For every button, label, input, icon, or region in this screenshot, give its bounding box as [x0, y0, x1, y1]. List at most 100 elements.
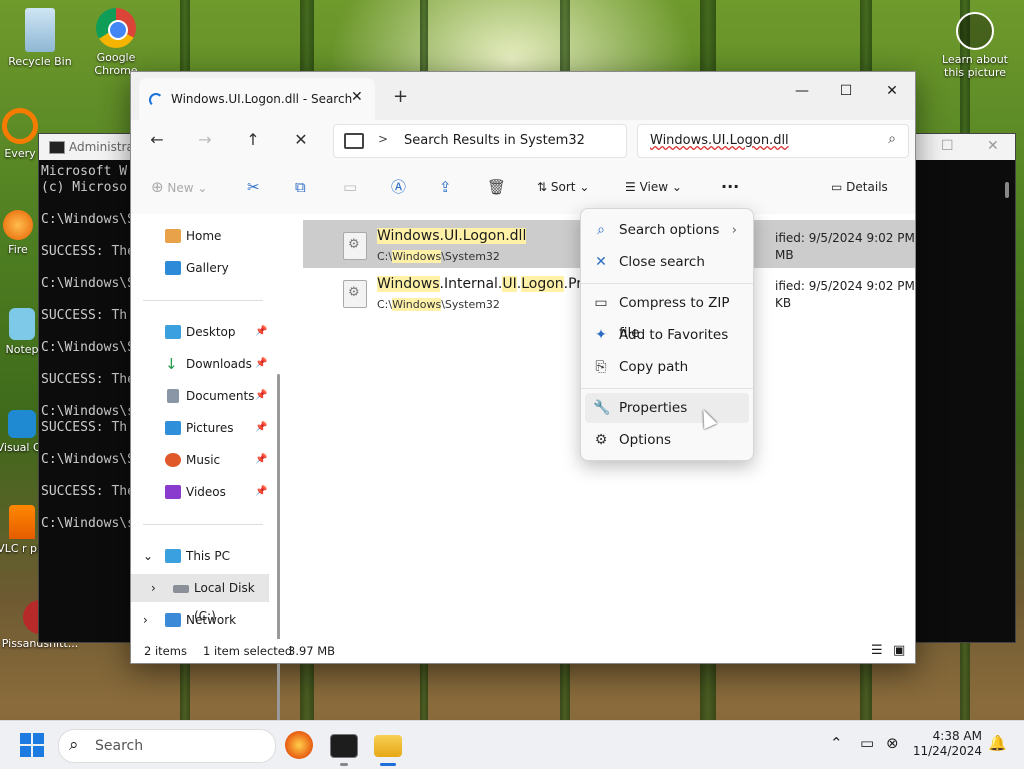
details-label: Details — [846, 180, 888, 194]
notepad-icon — [9, 308, 35, 340]
delete-button[interactable]: 🗑 — [487, 176, 506, 198]
chevron-right-icon[interactable]: › — [151, 574, 156, 602]
pin-icon[interactable]: 📌 — [255, 382, 267, 410]
zip-icon: ▭ — [594, 295, 608, 311]
menu-item-properties[interactable]: 🔧 Properties — [585, 393, 749, 423]
taskbar-search-placeholder: Search — [95, 738, 144, 754]
paste-button[interactable]: ▭ — [343, 176, 357, 198]
close-tab-icon[interactable]: ✕ — [351, 89, 363, 105]
volume-muted-icon[interactable]: ⊗ — [886, 734, 899, 752]
recycle-bin-icon — [25, 8, 55, 52]
chevron-down-icon[interactable]: ⌄ — [143, 542, 153, 570]
menu-item-compress-zip[interactable]: ▭ Compress to ZIP file — [585, 288, 749, 341]
taskbar-search[interactable]: ⌕ Search — [58, 729, 276, 763]
menu-item-search-options[interactable]: ⌕ Search options › — [585, 215, 749, 245]
title-bar[interactable]: Windows.UI.Logon.dll - Search ✕ + — ☐ ✕ — [131, 72, 915, 120]
selection-count: 1 item selected — [203, 644, 293, 658]
desktop-icon-recycle-bin[interactable]: Recycle Bin — [0, 8, 80, 68]
taskbar-file-explorer-icon[interactable] — [374, 735, 402, 757]
maximize-icon[interactable]: ☐ — [941, 138, 954, 154]
everything-icon — [2, 108, 38, 144]
search-icon[interactable]: ⌕ — [888, 131, 896, 147]
sort-button[interactable]: ⇅ Sort ⌄ — [537, 176, 589, 198]
address-bar[interactable]: > Search Results in System32 — [333, 124, 627, 158]
this-pc-icon — [344, 133, 364, 149]
sidebar-item-network[interactable]: › Network — [131, 606, 271, 634]
pin-icon[interactable]: 📌 — [255, 350, 267, 378]
sidebar-item-label: Music — [186, 453, 221, 467]
details-view-icon[interactable]: ☰ — [871, 639, 883, 663]
sidebar-item-this-pc[interactable]: ⌄ This PC — [131, 542, 271, 570]
sidebar-item-music[interactable]: Music 📌 — [131, 446, 271, 474]
sidebar-item-local-disk[interactable]: › Local Disk (C:) — [131, 574, 269, 623]
pin-icon[interactable]: 📌 — [255, 414, 267, 442]
view-button[interactable]: ☰ View ⌄ — [625, 176, 682, 198]
cut-button[interactable]: ✂ — [247, 176, 260, 198]
more-options-button[interactable]: ··· — [721, 176, 739, 198]
new-tab-button[interactable]: + — [393, 86, 408, 107]
tab-search-results[interactable]: Windows.UI.Logon.dll - Search ✕ — [139, 78, 375, 120]
file-explorer-window[interactable]: Windows.UI.Logon.dll - Search ✕ + — ☐ ✕ … — [130, 71, 916, 734]
address-path[interactable]: Search Results in System32 — [404, 133, 585, 148]
menu-item-add-favorites[interactable]: ✦ Add to Favorites — [585, 320, 749, 350]
share-icon: ⇪ — [439, 178, 452, 196]
start-button[interactable] — [20, 733, 44, 757]
vlc-icon — [9, 505, 35, 539]
sidebar-item-home[interactable]: Home — [131, 222, 271, 250]
menu-item-options[interactable]: ⚙ Options — [585, 425, 749, 455]
sidebar-item-gallery[interactable]: Gallery — [131, 254, 271, 282]
close-icon[interactable]: ✕ — [987, 138, 999, 154]
sidebar-item-label: Downloads — [186, 357, 252, 371]
sidebar-item-downloads[interactable]: ↓ Downloads 📌 — [131, 350, 271, 378]
menu-item-copy-path[interactable]: ⎘ Copy path — [585, 352, 749, 382]
rename-button[interactable]: Ⓐ — [391, 176, 406, 198]
tiles-view-icon[interactable]: ▣ — [893, 639, 905, 663]
sidebar-item-videos[interactable]: Videos 📌 — [131, 478, 271, 506]
sidebar-item-label: Videos — [186, 485, 226, 499]
sidebar-item-pictures[interactable]: Pictures 📌 — [131, 414, 271, 442]
search-box[interactable]: Windows.UI.Logon.dll ⌕ — [637, 124, 909, 158]
search-input[interactable]: Windows.UI.Logon.dll — [650, 133, 789, 148]
taskbar-terminal-icon[interactable] — [330, 734, 358, 758]
clipboard-icon: ▭ — [343, 178, 358, 196]
display-icon[interactable]: ▭ — [860, 734, 874, 752]
chevron-right-icon[interactable]: › — [143, 606, 148, 634]
status-bar: 2 items 1 item selected 3.97 MB ☰ ▣ — [131, 639, 915, 663]
dll-file-icon — [343, 232, 367, 260]
desktop-icon-chrome[interactable]: Google Chrome — [76, 8, 156, 77]
desktop-icon-learn-about-picture[interactable]: Learn about this picture — [935, 12, 1015, 79]
minimize-button[interactable]: — — [779, 76, 825, 106]
pictures-icon — [165, 421, 181, 435]
chevron-up-icon[interactable]: ⌃ — [830, 734, 843, 752]
chevron-right-icon[interactable]: > — [378, 132, 388, 146]
gallery-icon — [165, 261, 181, 275]
pin-icon[interactable]: 📌 — [255, 478, 267, 506]
forward-button[interactable]: → — [191, 128, 219, 152]
document-icon — [167, 389, 179, 403]
details-button[interactable]: ▭ Details — [831, 176, 888, 198]
sidebar-item-desktop[interactable]: Desktop 📌 — [131, 318, 271, 346]
clock[interactable]: 4:38 AM 11/24/2024 — [912, 729, 982, 759]
maximize-button[interactable]: ☐ — [823, 76, 869, 106]
back-button[interactable]: ← — [143, 128, 171, 152]
sidebar-item-label: Documents — [186, 389, 255, 403]
up-button[interactable]: ↑ — [239, 128, 267, 152]
pin-icon: ✦ — [595, 327, 607, 343]
new-button[interactable]: ⊕ New ⌄ — [151, 176, 207, 198]
notification-bell-icon[interactable]: 🔔 — [988, 734, 1007, 752]
share-button[interactable]: ⇪ — [439, 176, 452, 198]
pin-icon[interactable]: 📌 — [255, 446, 267, 474]
copy-button[interactable]: ⧉ — [295, 176, 306, 198]
terminal-icon — [49, 141, 65, 154]
pin-icon[interactable]: 📌 — [255, 318, 267, 346]
close-button[interactable]: ✕ — [869, 76, 915, 106]
sidebar-scrollbar[interactable] — [277, 374, 280, 734]
terminal-scrollbar[interactable] — [1005, 182, 1009, 198]
file-path: C:\Windows\System32 — [377, 250, 500, 263]
menu-item-close-search[interactable]: ✕ Close search — [585, 247, 749, 277]
sidebar-item-documents[interactable]: Documents 📌 — [131, 382, 271, 410]
stop-button[interactable]: ✕ — [287, 128, 315, 152]
search-icon: ⌕ — [69, 735, 79, 755]
taskbar-firefox-icon[interactable] — [285, 731, 313, 759]
desktop-icon-label: Notep — [5, 343, 39, 356]
